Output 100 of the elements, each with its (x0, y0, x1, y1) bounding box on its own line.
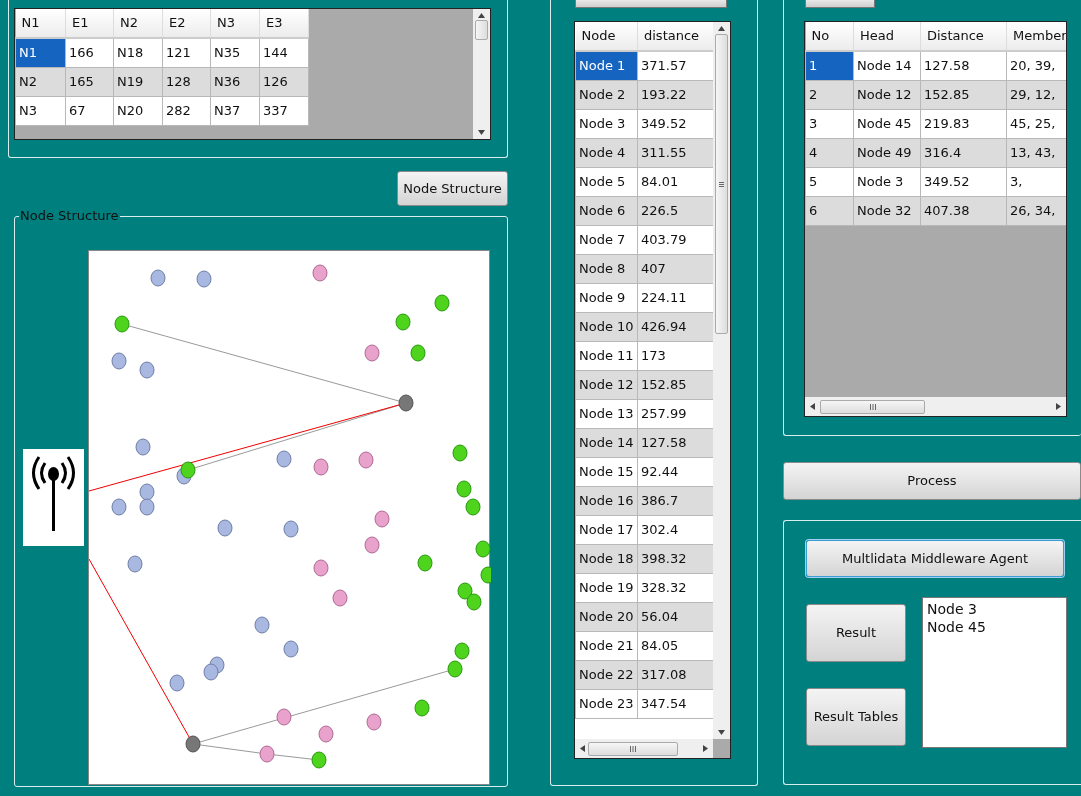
column-header[interactable]: distance (637, 22, 713, 51)
button-edge[interactable] (575, 0, 727, 8)
table-cell[interactable]: 56.04 (637, 602, 713, 631)
table-cell[interactable]: 6 (805, 196, 854, 225)
result-button[interactable]: Result (806, 604, 906, 662)
column-header[interactable]: N3 (210, 9, 260, 38)
table-cell[interactable]: 26, 34, (1006, 196, 1066, 225)
scroll-left-arrow-icon[interactable] (810, 403, 815, 410)
table-cell[interactable]: N3 (15, 96, 66, 125)
scroll-down-arrow-icon[interactable] (718, 730, 725, 735)
table-cell[interactable]: 403.79 (637, 225, 713, 254)
agent-button[interactable]: Multlidata Middleware Agent (806, 540, 1064, 577)
process-button[interactable]: Process (783, 462, 1081, 500)
table-cell[interactable]: 152.85 (920, 80, 1007, 109)
table-cell[interactable]: 328.32 (637, 573, 713, 602)
table-cell[interactable]: 349.52 (637, 109, 713, 138)
table-cell[interactable]: 1 (805, 51, 854, 80)
table-cell[interactable]: Node 8 (575, 254, 638, 283)
table-cell[interactable]: 386.7 (637, 486, 713, 515)
table-cell[interactable]: Node 14 (575, 428, 638, 457)
result-list[interactable]: Node 3 Node 45 (922, 597, 1067, 748)
table-cell[interactable]: 347.54 (637, 689, 713, 718)
table-cell[interactable]: Node 15 (575, 457, 638, 486)
table-cell[interactable]: 398.32 (637, 544, 713, 573)
table-cell[interactable]: 371.57 (637, 51, 713, 80)
table-cell[interactable]: N2 (15, 67, 66, 96)
table-cell[interactable]: Node 23 (575, 689, 638, 718)
table-cell[interactable]: 127.58 (920, 51, 1007, 80)
table-cell[interactable]: Node 20 (575, 602, 638, 631)
table-cell[interactable]: 407.38 (920, 196, 1007, 225)
table-cell[interactable]: 311.55 (637, 138, 713, 167)
table-cell[interactable]: Node 3 (853, 167, 921, 196)
table-cell[interactable]: Node 21 (575, 631, 638, 660)
table-cell[interactable]: 20, 39, (1006, 51, 1066, 80)
table-cell[interactable]: Node 2 (575, 80, 638, 109)
vertical-scrollbar[interactable] (473, 9, 490, 139)
table-cell[interactable]: 84.01 (637, 167, 713, 196)
column-header[interactable]: Member (1006, 22, 1066, 51)
scroll-right-arrow-icon[interactable] (703, 745, 708, 752)
table-cell[interactable]: 45, 25, (1006, 109, 1066, 138)
table-cell[interactable]: 127.58 (637, 428, 713, 457)
table-cell[interactable]: Node 16 (575, 486, 638, 515)
table-cell[interactable]: 84.05 (637, 631, 713, 660)
table-cell[interactable]: Node 5 (575, 167, 638, 196)
scroll-left-arrow-icon[interactable] (580, 745, 585, 752)
table-cell[interactable]: Node 32 (853, 196, 921, 225)
column-header[interactable]: E1 (65, 9, 114, 38)
table-cell[interactable]: 317.08 (637, 660, 713, 689)
table-cell[interactable]: Node 49 (853, 138, 921, 167)
table-cell[interactable]: 4 (805, 138, 854, 167)
table-cell[interactable]: Node 22 (575, 660, 638, 689)
table-cell[interactable]: 92.44 (637, 457, 713, 486)
table-cell[interactable]: Node 18 (575, 544, 638, 573)
table-cell[interactable]: 219.83 (920, 109, 1007, 138)
horizontal-scrollbar[interactable] (805, 397, 1066, 416)
table-cell[interactable]: N1 (15, 38, 66, 67)
table-cell[interactable]: Node 19 (575, 573, 638, 602)
scroll-up-arrow-icon[interactable] (478, 13, 485, 18)
table-cell[interactable]: Node 9 (575, 283, 638, 312)
scroll-thumb[interactable] (475, 20, 488, 40)
table-cell[interactable]: 302.4 (637, 515, 713, 544)
table-cell[interactable]: 29, 12, (1006, 80, 1066, 109)
column-header[interactable]: Head (853, 22, 921, 51)
column-header[interactable]: N2 (113, 9, 163, 38)
table-cell[interactable]: 5 (805, 167, 854, 196)
horizontal-scrollbar[interactable] (575, 739, 713, 758)
table-cell[interactable]: Node 4 (575, 138, 638, 167)
table-cell[interactable]: Node 10 (575, 312, 638, 341)
vertical-scrollbar[interactable] (713, 22, 730, 739)
table-cell[interactable]: Node 12 (853, 80, 921, 109)
table-cell[interactable]: 349.52 (920, 167, 1007, 196)
table-cell[interactable]: 152.85 (637, 370, 713, 399)
table-cell[interactable]: Node 45 (853, 109, 921, 138)
scroll-thumb[interactable] (820, 399, 925, 414)
column-header[interactable]: E3 (259, 9, 309, 38)
list-item[interactable]: Node 3 (927, 600, 1062, 618)
table-cell[interactable]: 257.99 (637, 399, 713, 428)
table-cell[interactable]: Node 6 (575, 196, 638, 225)
table-cell[interactable]: 3 (805, 109, 854, 138)
table-cell[interactable]: 407 (637, 254, 713, 283)
column-header[interactable]: No (805, 22, 854, 51)
column-header[interactable]: N1 (15, 9, 66, 38)
node-structure-button[interactable]: Node Structure (397, 171, 508, 206)
table-cell[interactable]: Node 1 (575, 51, 638, 80)
table-cell[interactable]: 224.11 (637, 283, 713, 312)
table-cell[interactable]: 2 (805, 80, 854, 109)
column-header[interactable]: E2 (162, 9, 211, 38)
scroll-thumb[interactable] (588, 741, 678, 756)
column-header[interactable]: Distance (920, 22, 1007, 51)
table-cell[interactable]: Node 11 (575, 341, 638, 370)
table-cell[interactable]: 13, 43, (1006, 138, 1066, 167)
table-cell[interactable]: 3, (1006, 167, 1066, 196)
table-cell[interactable]: Node 14 (853, 51, 921, 80)
table-cell[interactable]: 426.94 (637, 312, 713, 341)
list-item[interactable]: Node 45 (927, 618, 1062, 636)
result-tables-button[interactable]: Result Tables (806, 688, 906, 746)
scroll-down-arrow-icon[interactable] (478, 130, 485, 135)
table-cell[interactable]: 226.5 (637, 196, 713, 225)
column-header[interactable]: Node (575, 22, 638, 51)
table-cell[interactable]: Node 12 (575, 370, 638, 399)
